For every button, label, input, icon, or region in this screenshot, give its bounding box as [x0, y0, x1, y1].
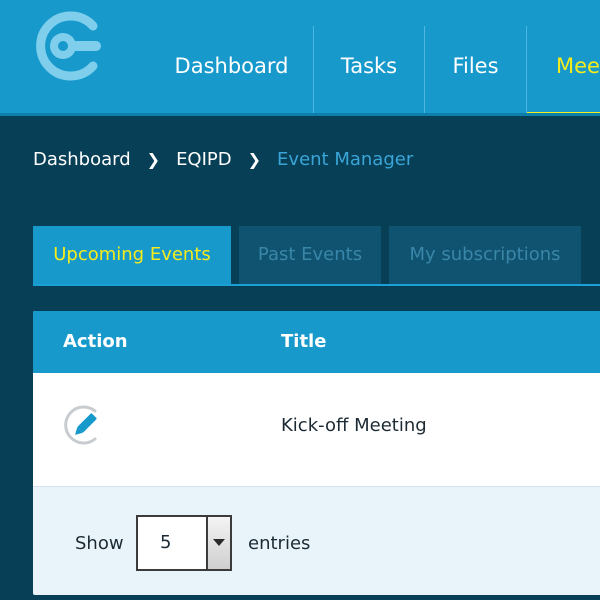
- event-tabs: Upcoming Events Past Events My subscript…: [33, 226, 600, 286]
- page-size-value: 5: [160, 532, 172, 553]
- nav-meetings[interactable]: Mee: [527, 26, 600, 116]
- chevron-right-icon: ❯: [146, 149, 161, 169]
- table-footer: Show 5 entries: [33, 487, 600, 595]
- column-header-title[interactable]: Title: [281, 331, 326, 352]
- breadcrumb-current: Event Manager: [277, 148, 414, 170]
- table-row: Kick-off Meeting: [33, 373, 600, 487]
- events-table: Action Title Kick-off Meeting Show 5 ent…: [33, 311, 600, 595]
- edit-icon[interactable]: [61, 403, 105, 447]
- event-title[interactable]: Kick-off Meeting: [281, 415, 427, 436]
- top-navigation-bar: Dashboard Tasks Files Mee: [0, 0, 600, 116]
- column-header-action[interactable]: Action: [63, 331, 128, 352]
- entries-label: entries: [248, 533, 311, 554]
- chevron-down-icon[interactable]: [206, 517, 230, 569]
- tab-my-subscriptions[interactable]: My subscriptions: [389, 226, 581, 284]
- breadcrumb: Dashboard ❯ EQIPD ❯ Event Manager: [33, 147, 413, 171]
- breadcrumb-eqipd[interactable]: EQIPD: [176, 149, 232, 170]
- chevron-right-icon: ❯: [247, 149, 262, 169]
- main-nav: Dashboard Tasks Files Mee: [150, 26, 600, 116]
- table-header: Action Title: [33, 311, 600, 373]
- nav-files[interactable]: Files: [425, 26, 526, 116]
- app-logo[interactable]: [33, 10, 105, 82]
- nav-tasks[interactable]: Tasks: [314, 26, 424, 116]
- breadcrumb-dashboard[interactable]: Dashboard: [33, 149, 131, 170]
- page-size-select[interactable]: 5: [136, 515, 232, 571]
- nav-dashboard[interactable]: Dashboard: [150, 26, 313, 116]
- tab-past-events[interactable]: Past Events: [239, 226, 381, 284]
- show-label: Show: [75, 533, 124, 554]
- tab-upcoming-events[interactable]: Upcoming Events: [33, 226, 231, 286]
